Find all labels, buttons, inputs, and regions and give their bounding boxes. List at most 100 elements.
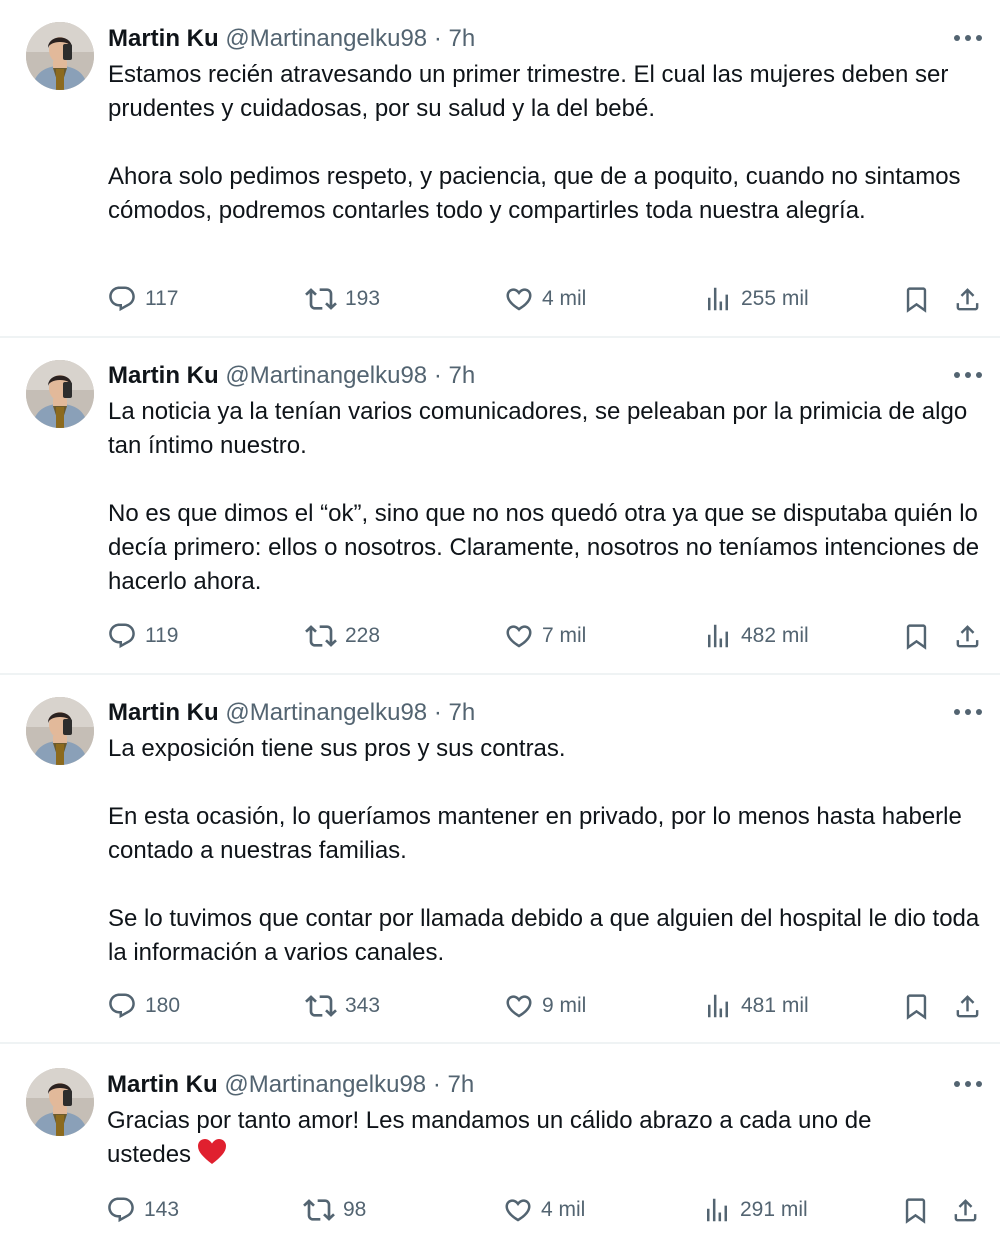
- avatar[interactable]: [26, 697, 94, 765]
- retweet-button[interactable]: 98: [303, 1193, 366, 1227]
- more-icon[interactable]: [948, 360, 988, 390]
- views-button[interactable]: 291 mil: [702, 1193, 808, 1227]
- tweet-paragraph: Gracias por tanto amor! Les mandamos un …: [107, 1104, 937, 1172]
- views-icon: [703, 991, 733, 1021]
- like-icon: [503, 1195, 533, 1225]
- like-button[interactable]: 9 mil: [504, 989, 586, 1023]
- tweet-paragraph: Ahora solo pedimos respeto, y paciencia,…: [108, 163, 961, 224]
- tweet-text: Gracias por tanto amor! Les mandamos un …: [107, 1104, 937, 1172]
- bookmark-button[interactable]: [902, 619, 931, 653]
- retweet-button[interactable]: 193: [305, 282, 380, 316]
- retweet-button[interactable]: 343: [305, 989, 380, 1023]
- views-button[interactable]: 481 mil: [703, 989, 809, 1023]
- action-bar: 119 228 7 mil 482 mil: [0, 619, 1000, 653]
- display-name[interactable]: Martin Ku: [107, 1071, 218, 1098]
- retweet-button[interactable]: 228: [305, 619, 380, 653]
- reply-count: 180: [145, 994, 181, 1017]
- reply-count: 117: [145, 287, 179, 310]
- tweet-paragraph: La exposición tiene sus pros y sus contr…: [108, 735, 566, 762]
- bookmark-icon: [902, 622, 931, 651]
- retweet-count: 228: [345, 624, 381, 647]
- reply-count: 143: [144, 1198, 180, 1221]
- reply-icon: [107, 621, 137, 651]
- red-heart-emoji: [198, 1139, 227, 1164]
- like-count: 4 mil: [541, 1198, 586, 1221]
- share-icon: [953, 992, 982, 1021]
- more-icon[interactable]: [948, 697, 988, 727]
- reply-count: 119: [145, 624, 179, 647]
- retweet-icon: [305, 620, 337, 652]
- tweet-header: Martin Ku @Martinangelku98 · 7h: [108, 698, 475, 728]
- share-button[interactable]: [953, 619, 982, 653]
- tweet-paragraph: Estamos recién atravesando un primer tri…: [108, 61, 949, 122]
- retweet-icon: [305, 990, 337, 1022]
- avatar[interactable]: [26, 360, 94, 428]
- more-icon[interactable]: [948, 1069, 988, 1099]
- avatar[interactable]: [26, 1068, 94, 1136]
- bookmark-button[interactable]: [902, 989, 931, 1023]
- view-count: 481 mil: [741, 994, 809, 1017]
- tweet-paragraph: No es que dimos el “ok”, sino que no nos…: [108, 500, 980, 595]
- share-icon: [951, 1196, 980, 1225]
- bookmark-icon: [902, 992, 931, 1021]
- share-button[interactable]: [953, 282, 982, 316]
- tweet-text: Estamos recién atravesando un primer tri…: [108, 58, 988, 228]
- tweet-header: Martin Ku @Martinangelku98 · 7h: [108, 24, 475, 54]
- bookmark-icon: [902, 285, 931, 314]
- view-count: 255 mil: [741, 287, 809, 310]
- share-button[interactable]: [951, 1193, 980, 1227]
- tweet-header: Martin Ku @Martinangelku98 · 7h: [108, 361, 475, 391]
- like-count: 7 mil: [542, 624, 587, 647]
- views-button[interactable]: 255 mil: [703, 282, 809, 316]
- tweet[interactable]: Martin Ku @Martinangelku98 · 7h Gracias …: [0, 1044, 1000, 1237]
- views-icon: [703, 284, 733, 314]
- handle-and-time[interactable]: @Martinangelku98 · 7h: [225, 25, 475, 52]
- reply-button[interactable]: 119: [107, 619, 178, 653]
- tweet-text: La noticia ya la tenían varios comunicad…: [108, 395, 988, 599]
- reply-button[interactable]: 143: [106, 1193, 179, 1227]
- like-count: 4 mil: [542, 287, 587, 310]
- views-icon: [703, 621, 733, 651]
- tweet-paragraph: La noticia ya la tenían varios comunicad…: [108, 398, 968, 459]
- retweet-icon: [303, 1194, 335, 1226]
- share-icon: [953, 622, 982, 651]
- display-name[interactable]: Martin Ku: [108, 362, 219, 389]
- like-icon: [504, 991, 534, 1021]
- reply-icon: [107, 991, 137, 1021]
- like-button[interactable]: 4 mil: [503, 1193, 585, 1227]
- action-bar: 180 343 9 mil 481 mil: [0, 989, 1000, 1023]
- bookmark-button[interactable]: [902, 282, 931, 316]
- display-name[interactable]: Martin Ku: [108, 699, 219, 726]
- view-count: 482 mil: [741, 624, 809, 647]
- tweet[interactable]: Martin Ku @Martinangelku98 · 7h La notic…: [0, 338, 1000, 673]
- tweet[interactable]: Martin Ku @Martinangelku98 · 7h Estamos …: [0, 0, 1000, 337]
- share-icon: [953, 285, 982, 314]
- handle-and-time[interactable]: @Martinangelku98 · 7h: [225, 699, 475, 726]
- retweet-count: 193: [345, 287, 381, 310]
- reply-icon: [107, 284, 137, 314]
- retweet-count: 343: [345, 994, 381, 1017]
- reply-button[interactable]: 180: [107, 989, 180, 1023]
- bookmark-button[interactable]: [901, 1193, 930, 1227]
- bookmark-icon: [901, 1196, 930, 1225]
- views-icon: [702, 1195, 732, 1225]
- display-name[interactable]: Martin Ku: [108, 25, 219, 52]
- views-button[interactable]: 482 mil: [703, 619, 809, 653]
- more-icon[interactable]: [948, 23, 988, 53]
- tweet-text: La exposición tiene sus pros y sus contr…: [108, 732, 988, 970]
- like-icon: [504, 284, 534, 314]
- handle-and-time[interactable]: @Martinangelku98 · 7h: [225, 362, 475, 389]
- handle-and-time[interactable]: @Martinangelku98 · 7h: [224, 1071, 474, 1098]
- tweet[interactable]: Martin Ku @Martinangelku98 · 7h La expos…: [0, 675, 1000, 1042]
- like-button[interactable]: 4 mil: [504, 282, 586, 316]
- like-button[interactable]: 7 mil: [504, 619, 586, 653]
- reply-button[interactable]: 117: [107, 282, 178, 316]
- share-button[interactable]: [953, 989, 982, 1023]
- avatar[interactable]: [26, 22, 94, 90]
- like-count: 9 mil: [542, 994, 587, 1017]
- tweet-paragraph: En esta ocasión, lo queríamos mantener e…: [108, 803, 962, 864]
- view-count: 291 mil: [740, 1198, 808, 1221]
- like-icon: [504, 621, 534, 651]
- tweet-header: Martin Ku @Martinangelku98 · 7h: [107, 1070, 474, 1100]
- action-bar: 117 193 4 mil 255 mil: [0, 282, 1000, 316]
